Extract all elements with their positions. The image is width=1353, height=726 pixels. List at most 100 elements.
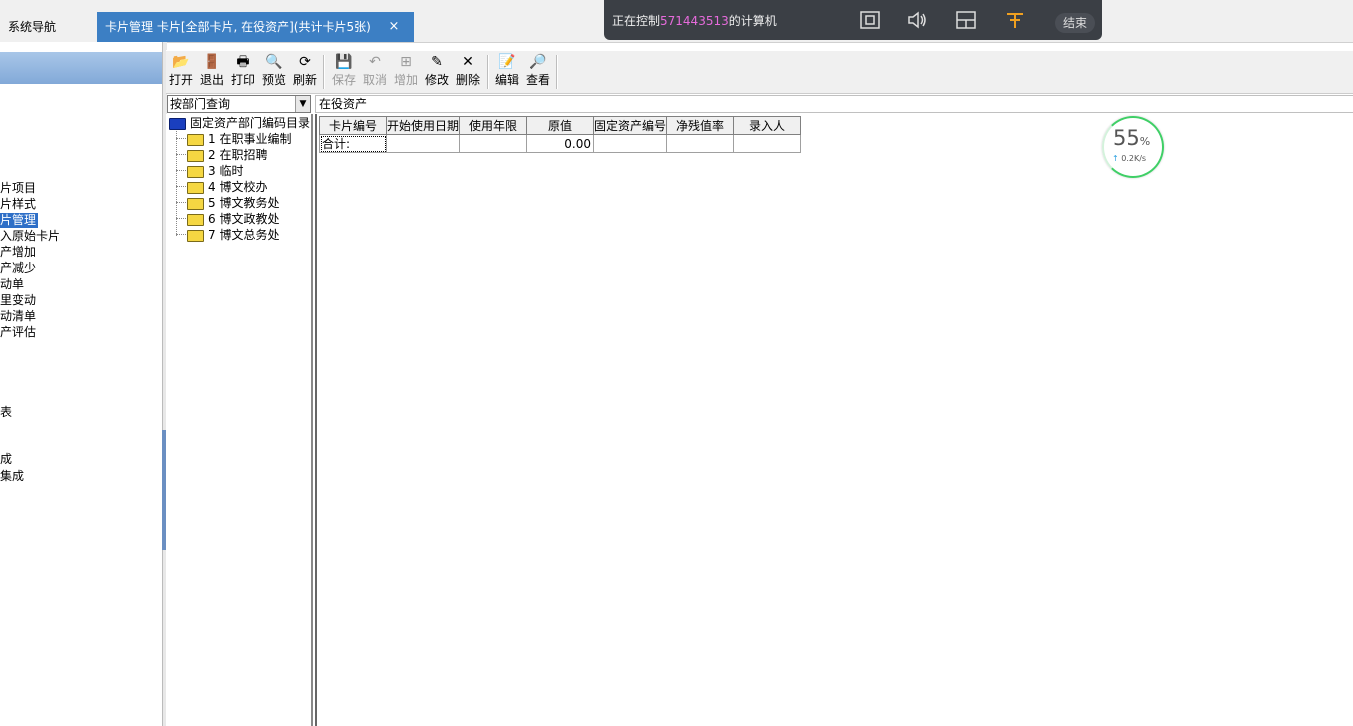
remote-prefix: 正在控制 — [612, 14, 661, 28]
column-header[interactable]: 录入人 — [733, 116, 802, 135]
tree-node[interactable]: 5 博文教务处 — [187, 195, 279, 211]
close-icon[interactable]: × — [386, 12, 402, 42]
card-table: 卡片编号 开始使用日期 使用年限 原值 固定资产编号 净残值率 录入人 合计: … — [319, 116, 802, 153]
edit-button[interactable]: 📝 编辑 — [492, 53, 522, 88]
tab-system-navigation[interactable]: 系统导航 — [0, 12, 56, 42]
floppy-icon: 💾 — [335, 54, 353, 70]
nav-item-asset-increase[interactable]: 产增加 — [0, 245, 36, 260]
table-cell[interactable] — [385, 134, 461, 153]
column-header[interactable]: 净残值率 — [666, 116, 735, 135]
tree-line — [176, 186, 186, 187]
nav-item-batch-change[interactable]: 里变动 — [0, 293, 36, 308]
table-cell[interactable] — [733, 134, 802, 153]
folder-open-icon: 📂 — [172, 54, 190, 70]
network-speed-widget[interactable]: 55% ↑ 0.2K/s — [1102, 116, 1164, 178]
asset-status-field: 在役资产 — [315, 95, 1353, 113]
tree-root-node[interactable]: 固定资产部门编码目录 — [169, 115, 310, 131]
total-label-cell[interactable]: 合计: — [319, 134, 387, 153]
tree-line — [176, 202, 186, 203]
department-query-value: 按部门查询 — [170, 97, 231, 111]
exit-button[interactable]: 🚪 退出 — [197, 53, 227, 88]
tree-line — [176, 218, 186, 219]
card-grid: 卡片编号 开始使用日期 使用年限 原值 固定资产编号 净残值率 录入人 合计: … — [315, 114, 1353, 726]
save-button[interactable]: 💾 保存 — [329, 53, 359, 88]
preview-button[interactable]: 🔍 预览 — [259, 53, 289, 88]
tree-line — [176, 126, 177, 236]
nav-item-card-management[interactable]: 片管理 — [0, 213, 39, 228]
end-session-button[interactable]: 结束 — [1055, 13, 1095, 33]
column-header[interactable]: 原值 — [526, 116, 595, 135]
tree-node[interactable]: 7 博文总务处 — [187, 227, 279, 243]
print-button[interactable]: 🖶 打印 — [228, 53, 258, 88]
add-icon: ⊞ — [400, 54, 412, 70]
folder-icon — [169, 117, 186, 130]
tree-node[interactable]: 6 博文政教处 — [187, 211, 279, 227]
tree-line — [176, 138, 186, 139]
speed-percent: 55% — [1113, 126, 1151, 150]
folder-icon — [187, 197, 204, 210]
department-tree: 固定资产部门编码目录 1 在职事业编制 2 在职招聘 3 临时 4 博文校办 5… — [166, 114, 313, 726]
edit-pencil-icon: ✎ — [431, 54, 443, 70]
table-cell[interactable] — [459, 134, 528, 153]
document-edit-icon: 📝 — [498, 54, 516, 70]
nav-item-card-style[interactable]: 片样式 — [0, 197, 36, 212]
delete-button[interactable]: ✕ 删除 — [453, 53, 483, 88]
table-header-row: 卡片编号 开始使用日期 使用年限 原值 固定资产编号 净残值率 录入人 — [319, 116, 802, 135]
window-layout-icon[interactable] — [955, 10, 977, 30]
magnifier-doc-icon: 🔎 — [529, 54, 547, 70]
tree-line — [176, 170, 186, 171]
folder-icon — [187, 213, 204, 226]
nav-item-card-item[interactable]: 片项目 — [0, 181, 36, 196]
nav-item-asset-evaluation[interactable]: 产评估 — [0, 325, 36, 340]
toolbar-separator — [487, 55, 489, 89]
tree-node[interactable]: 3 临时 — [187, 163, 243, 179]
nav-item-report[interactable]: 表 — [0, 405, 12, 420]
toolbar-separator — [323, 55, 325, 89]
nav-item-generate[interactable]: 成 — [0, 452, 12, 467]
table-total-row: 合计: 0.00 — [319, 134, 802, 153]
column-header[interactable]: 开始使用日期 — [385, 116, 461, 135]
nav-item-change-list[interactable]: 动清单 — [0, 309, 36, 324]
tree-line — [176, 234, 186, 235]
tree-node[interactable]: 2 在职招聘 — [187, 147, 267, 163]
view-button[interactable]: 🔎 查看 — [523, 53, 553, 88]
folder-icon — [187, 149, 204, 162]
tree-node[interactable]: 4 博文校办 — [187, 179, 267, 195]
add-button[interactable]: ⊞ 增加 — [391, 53, 421, 88]
table-cell[interactable] — [666, 134, 735, 153]
open-button[interactable]: 📂 打开 — [166, 53, 196, 88]
tree-line — [176, 154, 186, 155]
remote-control-bar: 正在控制571443513的计算机 结束 — [604, 0, 1102, 40]
refresh-button[interactable]: ⟳ 刷新 — [290, 53, 320, 88]
speaker-icon[interactable] — [906, 10, 928, 30]
remote-suffix: 的计算机 — [728, 14, 777, 28]
nav-item-asset-decrease[interactable]: 产减少 — [0, 261, 36, 276]
tab-card-management[interactable]: 卡片管理 卡片[全部卡片, 在役资产](共计卡片5张) × — [97, 12, 414, 42]
tab-card-management-label: 卡片管理 卡片[全部卡片, 在役资产](共计卡片5张) — [105, 20, 371, 34]
column-header[interactable]: 固定资产编号 — [593, 116, 668, 135]
refresh-icon: ⟳ — [299, 54, 311, 70]
folder-icon — [187, 181, 204, 194]
folder-icon — [187, 165, 204, 178]
total-value-cell[interactable]: 0.00 — [526, 134, 595, 153]
column-header[interactable]: 使用年限 — [459, 116, 528, 135]
tree-node[interactable]: 1 在职事业编制 — [187, 131, 291, 147]
speed-rate: ↑ 0.2K/s — [1112, 154, 1147, 163]
modify-button[interactable]: ✎ 修改 — [422, 53, 452, 88]
fullscreen-icon[interactable] — [859, 10, 881, 30]
chevron-down-icon[interactable]: ▼ — [295, 96, 310, 112]
cancel-button[interactable]: ↶ 取消 — [360, 53, 390, 88]
remote-machine-id: 571443513 — [660, 14, 729, 28]
folder-icon — [187, 133, 204, 146]
system-navigation-panel — [0, 42, 163, 726]
table-cell[interactable] — [593, 134, 668, 153]
pin-icon[interactable] — [1004, 10, 1026, 30]
nav-item-integration[interactable]: 集成 — [0, 469, 24, 484]
column-header[interactable]: 卡片编号 — [319, 116, 387, 135]
department-query-select[interactable]: 按部门查询 ▼ — [167, 95, 311, 113]
nav-item-import-original-card[interactable]: 入原始卡片 — [0, 229, 60, 244]
nav-item-change-form[interactable]: 动单 — [0, 277, 24, 292]
preview-icon: 🔍 — [265, 54, 283, 70]
delete-x-icon: ✕ — [462, 54, 474, 70]
printer-icon: 🖶 — [236, 54, 250, 70]
